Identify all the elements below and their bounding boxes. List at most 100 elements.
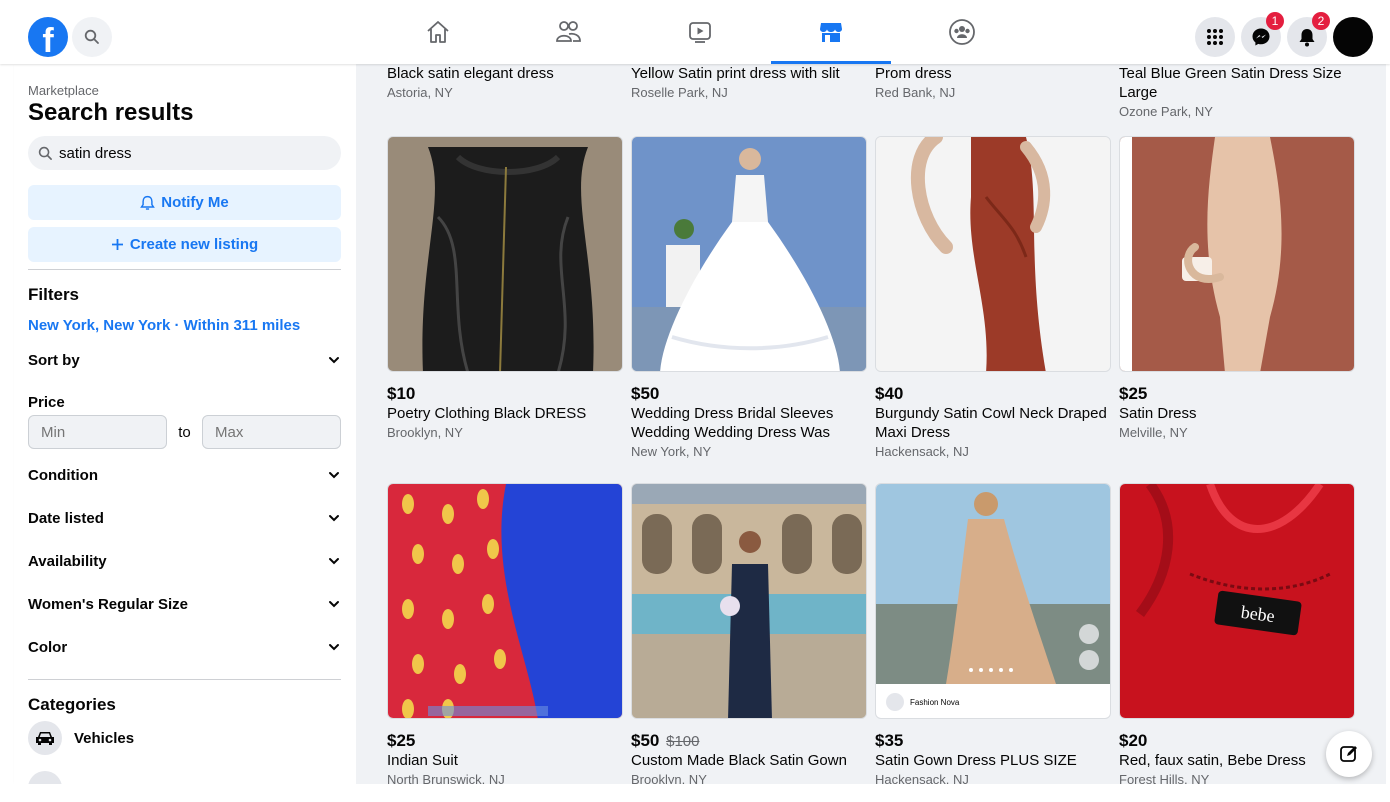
- notifications-button[interactable]: 2: [1287, 12, 1330, 57]
- listing-card[interactable]: $50 Wedding Dress Bridal Sleeves Wedding…: [631, 136, 867, 459]
- listing-card[interactable]: Yellow Satin print dress with slit Rosel…: [631, 64, 867, 100]
- category-next-icon[interactable]: [28, 771, 62, 784]
- marketplace-icon: [820, 23, 842, 42]
- create-listing-button[interactable]: Create new listing: [28, 227, 341, 262]
- bell-outline-icon: [140, 195, 156, 210]
- messenger-icon: [1252, 28, 1270, 46]
- listing-location: Astoria, NY: [387, 85, 453, 100]
- nav-tab-groups[interactable]: [902, 0, 1022, 64]
- listing-price: $50 $100: [631, 731, 867, 751]
- listing-title: Burgundy Satin Cowl Neck Draped Maxi Dre…: [875, 405, 1107, 441]
- listing-photo[interactable]: [387, 136, 623, 372]
- listing-location: Forest Hills, NY: [1119, 772, 1210, 784]
- facebook-logo[interactable]: f: [28, 17, 68, 57]
- listing-location: New York, NY: [631, 444, 712, 459]
- location-filter-link[interactable]: New York, New York · Within 311 miles: [28, 317, 300, 334]
- filter-condition[interactable]: Condition: [28, 461, 341, 489]
- listing-card[interactable]: $50 $100 Custom Made Black Satin Gown Br…: [631, 483, 867, 784]
- listing-photo[interactable]: [631, 483, 867, 719]
- listing-card[interactable]: $10 Poetry Clothing Black DRESS Brooklyn…: [387, 136, 623, 440]
- listing-location: Melville, NY: [1119, 425, 1188, 440]
- listing-title: Poetry Clothing Black DRESS: [387, 405, 587, 422]
- search-results-grid: Black satin elegant dress Astoria, NY Ye…: [356, 64, 1386, 784]
- filter-availability[interactable]: Availability: [28, 547, 341, 575]
- video-icon: [689, 22, 711, 43]
- price-to-label: to: [178, 423, 191, 441]
- listing-price-current: $50: [631, 731, 660, 750]
- listing-location: Red Bank, NJ: [875, 85, 956, 100]
- home-icon: [427, 21, 449, 43]
- listing-price: $35: [875, 731, 904, 750]
- filter-date-listed[interactable]: Date listed: [28, 504, 341, 532]
- notify-me-label: Notify Me: [161, 194, 229, 211]
- chevron-down-icon: [329, 472, 339, 479]
- new-message-button[interactable]: [1326, 731, 1372, 777]
- search-input[interactable]: satin dress: [28, 136, 341, 170]
- price-label: Price: [28, 393, 65, 411]
- listing-card[interactable]: $25 Indian Suit North Brunswick, NJ: [387, 483, 623, 784]
- search-button[interactable]: [72, 17, 112, 57]
- sort-by-label: Sort by: [28, 351, 80, 369]
- account-avatar[interactable]: [1333, 17, 1373, 57]
- nav-tab-marketplace[interactable]: [771, 0, 891, 64]
- search-input-value: satin dress: [59, 144, 132, 162]
- notify-me-button[interactable]: Notify Me: [28, 185, 341, 220]
- page-bottom-edge: [0, 784, 1390, 802]
- nav-tab-watch[interactable]: [640, 0, 760, 64]
- chevron-down-icon: [329, 558, 339, 565]
- listing-title: Custom Made Black Satin Gown: [631, 752, 847, 769]
- listing-title: Red, faux satin, Bebe Dress: [1119, 752, 1306, 769]
- price-min-input[interactable]: [28, 415, 167, 449]
- chevron-down-icon: [329, 515, 339, 522]
- listing-price: $20: [1119, 731, 1148, 750]
- compose-icon: [1340, 746, 1357, 762]
- listing-location: North Brunswick, NJ: [387, 772, 505, 784]
- listing-title: Satin Dress: [1119, 405, 1197, 422]
- sort-by-dropdown[interactable]: Sort by: [28, 346, 341, 374]
- chevron-down-icon: [329, 644, 339, 651]
- page-title: Search results: [28, 99, 194, 126]
- category-vehicles[interactable]: Vehicles: [28, 721, 134, 755]
- menu-button[interactable]: [1195, 17, 1235, 57]
- create-listing-label: Create new listing: [129, 236, 259, 253]
- listing-photo[interactable]: [1119, 136, 1355, 372]
- search-icon: [84, 29, 99, 44]
- listing-title: Wedding Dress Bridal Sleeves Wedding Wed…: [631, 405, 834, 441]
- listing-title: Indian Suit: [387, 752, 458, 769]
- listing-price-original: $100: [666, 733, 700, 750]
- listing-location: Brooklyn, NY: [631, 772, 707, 784]
- listing-price: $40: [875, 384, 904, 403]
- listing-title: Teal Blue Green Satin Dress Size Large: [1119, 65, 1342, 101]
- nav-tab-friends[interactable]: [508, 0, 628, 64]
- listing-card[interactable]: Black satin elegant dress Astoria, NY: [387, 64, 623, 100]
- nav-tab-home[interactable]: [378, 0, 498, 64]
- top-navigation-bar: f 1 2: [0, 0, 1390, 64]
- listing-card[interactable]: Teal Blue Green Satin Dress Size Large O…: [1119, 64, 1355, 119]
- category-vehicles-label: Vehicles: [74, 729, 135, 747]
- listing-location: Brooklyn, NY: [387, 425, 463, 440]
- divider: [28, 269, 341, 270]
- filter-color[interactable]: Color: [28, 633, 341, 661]
- chevron-down-icon: [329, 601, 339, 608]
- plus-icon: [111, 239, 123, 250]
- listing-card[interactable]: Fashion Nova $35 Satin Gown Dress PLUS S…: [875, 483, 1111, 784]
- breadcrumb[interactable]: Marketplace: [28, 83, 99, 98]
- categories-heading: Categories: [28, 695, 116, 714]
- listing-photo[interactable]: [875, 136, 1111, 372]
- brand-logo-icon: [886, 693, 904, 711]
- listing-title: Satin Gown Dress PLUS SIZE: [875, 752, 1077, 769]
- price-max-input[interactable]: [202, 415, 341, 449]
- listing-card[interactable]: $40 Burgundy Satin Cowl Neck Draped Maxi…: [875, 136, 1111, 459]
- messenger-button[interactable]: 1: [1241, 12, 1284, 57]
- price-range: to: [28, 415, 341, 449]
- listing-photo[interactable]: [387, 483, 623, 719]
- listing-card[interactable]: bebe $20 Red, faux satin, Bebe Dress For…: [1119, 483, 1355, 784]
- notifications-badge: 2: [1312, 12, 1330, 30]
- listing-card[interactable]: Prom dress Red Bank, NJ: [875, 64, 1111, 100]
- listing-photo[interactable]: Fashion Nova: [875, 483, 1111, 719]
- filter-womens-size[interactable]: Women's Regular Size: [28, 590, 341, 618]
- listing-photo[interactable]: bebe: [1119, 483, 1355, 719]
- listing-photo[interactable]: [631, 136, 867, 372]
- bell-icon: [1299, 29, 1315, 47]
- listing-card[interactable]: $25 Satin Dress Melville, NY: [1119, 136, 1355, 440]
